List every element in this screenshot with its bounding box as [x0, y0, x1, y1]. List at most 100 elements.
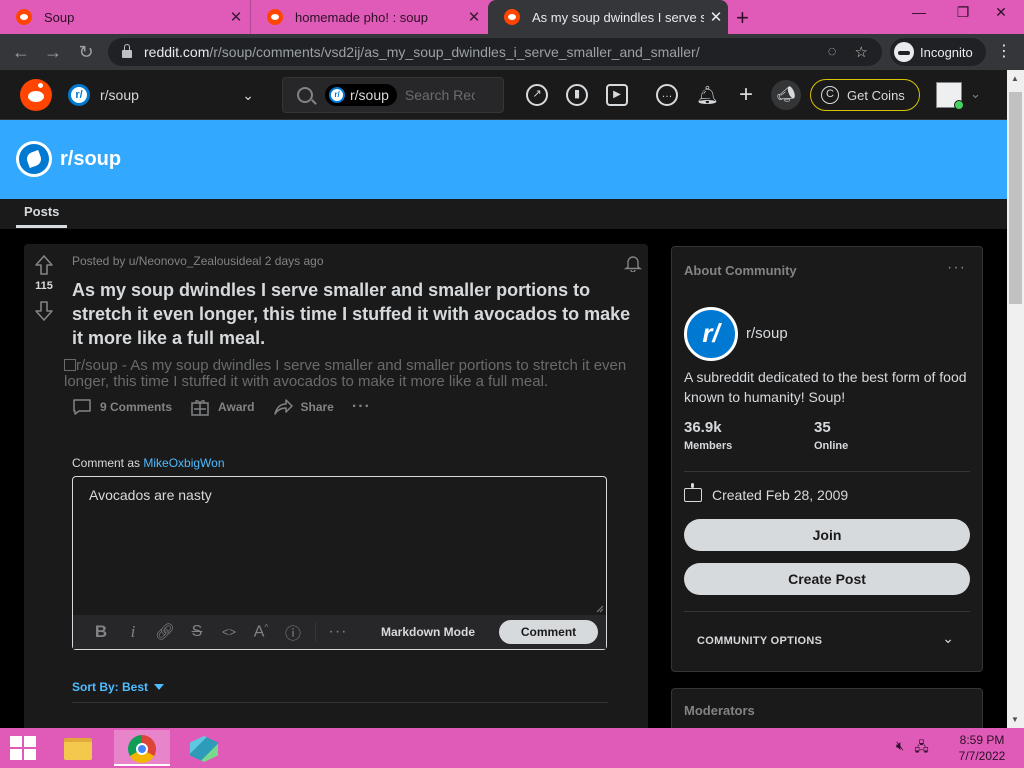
popular-icon[interactable]: ↗ [526, 84, 548, 106]
close-tab-icon[interactable]: ✕ [462, 8, 486, 26]
award-label: Award [218, 400, 255, 414]
share-button[interactable]: Share [273, 398, 334, 416]
search-chip-label: r/soup [350, 87, 389, 103]
taskbar-clock[interactable]: 8:59 PM 7/7/2022 [950, 732, 1014, 764]
divider [684, 471, 970, 472]
post-card: 115 Posted by u/Neonovo_Zealousideal 2 d… [24, 244, 648, 734]
windows-start-icon[interactable] [10, 736, 36, 760]
about-community-card: About Community ··· r/ r/soup A subreddi… [671, 246, 983, 672]
community-icon: r/ [68, 84, 90, 106]
share-label: Share [300, 400, 334, 414]
chat-icon[interactable]: … [656, 84, 678, 106]
back-icon[interactable]: ← [8, 40, 34, 66]
downvote-icon[interactable] [34, 300, 54, 322]
minimize-icon[interactable]: — [896, 0, 942, 28]
italic-icon[interactable]: i [117, 622, 149, 642]
browser-tab-bar: Soup ✕ homemade pho! : soup ✕ As my soup… [0, 0, 1024, 34]
folder-icon [64, 738, 92, 760]
chrome-icon [128, 735, 156, 763]
community-dropdown[interactable]: r/ r/soup ⌄ [68, 79, 258, 111]
user-avatar[interactable] [936, 82, 964, 110]
inline-code-icon[interactable]: <> [213, 625, 245, 639]
stats-icon[interactable]: ▮ [566, 84, 588, 106]
tracking-off-icon[interactable]: ◌ [828, 43, 837, 61]
post-meta[interactable]: Posted by u/Neonovo_Zealousideal 2 days … [72, 254, 324, 268]
spoiler-icon[interactable]: ⓘ [277, 620, 309, 644]
community-options-toggle[interactable]: COMMUNITY OPTIONS [697, 635, 822, 647]
network-icon[interactable]: 🖧︎ [914, 738, 929, 760]
search-community-chip[interactable]: r/ r/soup [325, 84, 397, 106]
follow-bell-icon[interactable] [624, 254, 642, 272]
chevron-down-icon[interactable]: ⌄ [970, 86, 981, 102]
members-stat: 36.9k Members [684, 419, 732, 452]
volume-muted-icon[interactable]: 🔇︎ [896, 738, 904, 760]
sort-dropdown[interactable]: Sort By: Best [72, 680, 165, 694]
community-dropdown-label: r/soup [100, 87, 139, 103]
chevron-down-icon[interactable]: ⌄ [942, 630, 954, 647]
resize-grip-icon[interactable] [594, 603, 604, 613]
notification-icon[interactable]: 🔔︎ [696, 84, 719, 106]
scroll-up-icon[interactable]: ▲ [1011, 74, 1019, 83]
more-formatting-icon[interactable]: ··· [322, 623, 354, 641]
scroll-down-icon[interactable]: ▼ [1011, 715, 1019, 724]
markdown-mode-button[interactable]: Markdown Mode [381, 625, 475, 639]
post-image-broken[interactable]: r/soup - As my soup dwindles I serve sma… [64, 358, 644, 390]
strikethrough-icon[interactable]: S [181, 623, 213, 641]
scrollbar-thumb[interactable] [1009, 92, 1022, 304]
share-icon [273, 399, 293, 415]
lock-icon [122, 44, 132, 58]
reddit-favicon-icon [504, 9, 520, 25]
search-bar[interactable]: r/ r/soup Search Rec [282, 77, 504, 113]
comment-username-link[interactable]: MikeOxbigWon [143, 456, 224, 470]
taskbar-chrome[interactable] [114, 730, 170, 766]
advertise-icon[interactable]: 📣︎ [771, 80, 801, 110]
comment-textarea[interactable] [73, 477, 606, 617]
plus-icon[interactable]: + [735, 83, 757, 107]
browser-tab-pho[interactable]: homemade pho! : soup ✕ [250, 0, 486, 34]
bookmark-star-icon[interactable]: ☆ [855, 43, 868, 61]
forward-icon[interactable]: → [40, 40, 66, 66]
more-options-icon[interactable]: ··· [947, 259, 966, 277]
award-button[interactable]: Award [190, 398, 255, 416]
address-bar[interactable]: reddit.com/r/soup/comments/vsd2ij/as_my_… [108, 38, 882, 66]
join-button[interactable]: Join [684, 519, 970, 551]
comments-button[interactable]: 9 Comments [72, 398, 172, 416]
reddit-favicon-icon [16, 9, 32, 25]
bold-icon[interactable]: B [85, 622, 117, 642]
search-icon [297, 87, 313, 103]
taskbar-file-explorer[interactable] [50, 730, 106, 766]
reload-icon[interactable]: ↻ [73, 40, 99, 66]
page-scrollbar[interactable]: ▲ ▼ [1007, 70, 1024, 728]
get-coins-label: Get Coins [847, 87, 905, 103]
community-icon: r/ [329, 87, 345, 103]
reddit-logo-icon[interactable] [20, 79, 52, 111]
online-value: 35 [814, 419, 831, 436]
superscript-icon[interactable]: A^ [245, 623, 277, 641]
upvote-icon[interactable] [34, 254, 54, 276]
video-icon[interactable]: ▶ [606, 84, 628, 106]
close-tab-icon[interactable]: ✕ [704, 8, 728, 26]
community-name[interactable]: r/soup [746, 325, 788, 342]
browser-menu-icon[interactable]: ⋮ [996, 41, 1012, 61]
close-window-icon[interactable]: ✕ [978, 0, 1024, 28]
post-title[interactable]: As my soup dwindles I serve smaller and … [72, 278, 642, 350]
comment-submit-button[interactable]: Comment [499, 620, 598, 644]
create-post-button[interactable]: Create Post [684, 563, 970, 595]
close-tab-icon[interactable]: ✕ [224, 8, 248, 26]
more-options-icon[interactable]: ··· [352, 398, 371, 416]
tab-title: As my soup dwindles I serve sma [532, 9, 704, 25]
sort-label: Sort By: Best [72, 680, 149, 694]
tab-posts[interactable]: Posts [16, 204, 68, 228]
taskbar-app[interactable] [176, 730, 232, 766]
browser-tab-soup[interactable]: Soup ✕ [0, 0, 248, 34]
comment-toolbar: B i 🔗︎ S <> A^ ⓘ ··· Markdown Mode Comme… [73, 615, 606, 649]
community-name[interactable]: r/soup [60, 148, 121, 171]
post-image-alt: r/soup - As my soup dwindles I serve sma… [64, 357, 627, 390]
incognito-badge[interactable]: Incognito [890, 38, 986, 66]
vote-count: 115 [35, 280, 53, 292]
browser-tab-active[interactable]: As my soup dwindles I serve sma ✕ [488, 0, 728, 34]
get-coins-button[interactable]: C Get Coins [810, 79, 920, 111]
new-tab-icon[interactable]: + [736, 5, 749, 31]
link-icon[interactable]: 🔗︎ [149, 622, 181, 642]
community-tabs: Posts [0, 199, 1007, 229]
